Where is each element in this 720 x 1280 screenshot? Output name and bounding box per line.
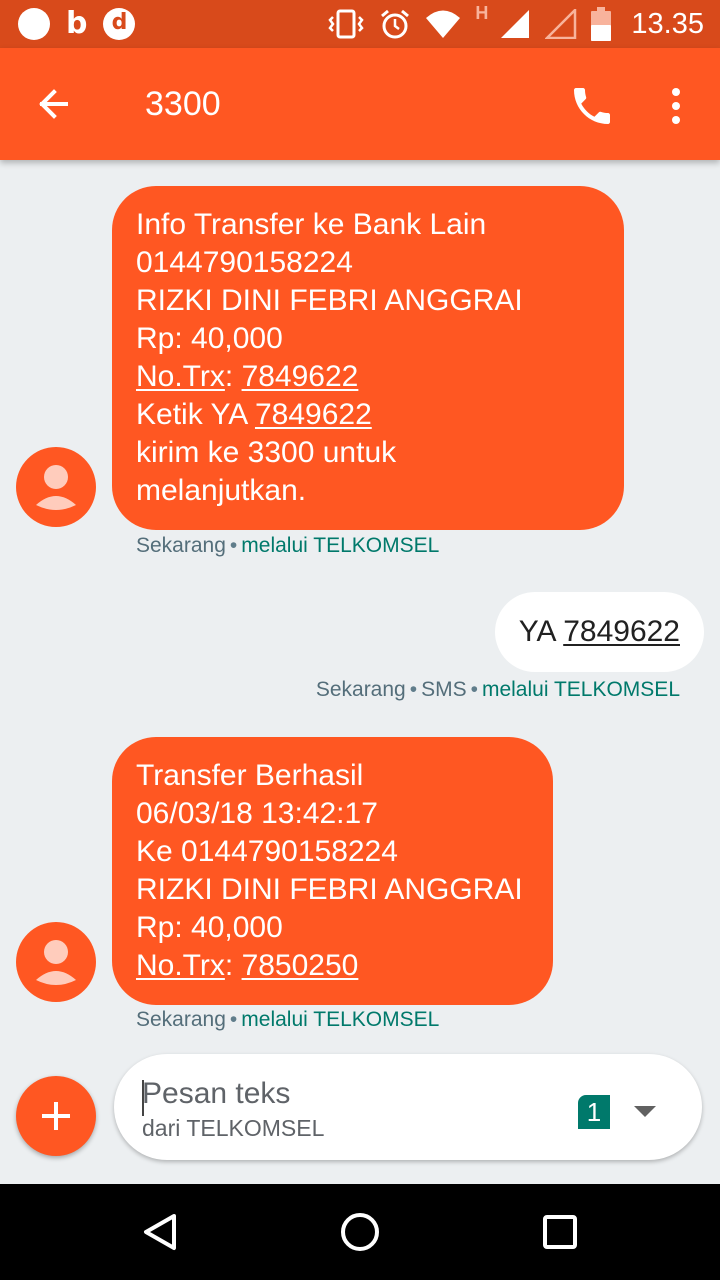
message-line: 06/03/18 13:42:17 [136,797,378,830]
arrow-back-icon[interactable] [30,82,82,126]
nav-home-icon[interactable] [336,1208,384,1256]
message-meta: Sekarang • melalui TELKOMSEL [136,534,439,558]
message-line: RIZKI DINI FEBRI ANGGRAI [136,284,523,317]
signal-icon [501,10,530,38]
sim-selector-badge[interactable]: 1 [578,1095,610,1129]
message-meta: Sekarang • SMS • melalui TELKOMSEL [316,678,680,702]
more-vert-icon[interactable] [662,82,690,130]
message-carrier: melalui TELKOMSEL [241,534,440,557]
phone-icon[interactable] [568,82,616,130]
message-line: Info Transfer ke Bank Lain [136,208,487,241]
contact-avatar[interactable] [16,447,96,527]
message-line: RIZKI DINI FEBRI ANGGRAI [136,873,523,906]
message-bubble-incoming[interactable]: Info Transfer ke Bank Lain 0144790158224… [112,186,624,530]
meta-separator: • [470,678,478,701]
message-line: 0144790158224 [136,246,353,279]
message-text: YA [518,615,564,648]
add-icon [42,1102,70,1130]
message-line: Ke 0144790158224 [136,835,398,868]
message-time: Sekarang [315,678,406,701]
alarm-icon [381,9,410,39]
d-app-icon: d [103,8,136,40]
trx-number-link[interactable]: 7850250 [242,949,359,982]
conversation-toolbar: 3300 [0,48,720,160]
meta-separator: • [229,1008,238,1031]
trx-label-link[interactable]: No.Trx [136,360,225,393]
message-line: No.Trx: 7849622 [136,358,600,396]
nav-recents-icon[interactable] [536,1208,584,1256]
conversation-title: 3300 [145,85,221,123]
person-icon [36,465,76,510]
notification-dot-icon [18,8,50,40]
status-bar: b d H 13.35 [0,0,720,48]
message-bubble-incoming[interactable]: Transfer Berhasil 06/03/18 13:42:17 Ke 0… [112,737,553,1005]
message-text: Ketik YA [136,398,255,431]
system-nav-bar [0,1184,720,1280]
compose-sender-label: dari TELKOMSEL [142,1115,325,1141]
wifi-icon [426,10,461,38]
network-type: H [475,3,489,23]
message-bubble-outgoing[interactable]: YA 7849622 [494,592,704,672]
signal-empty-icon [545,9,577,39]
message-meta: Sekarang • melalui TELKOMSEL [136,1008,439,1032]
trx-number-link[interactable]: 7849622 [563,615,680,648]
person-icon [36,940,76,985]
message-text: : [224,949,242,982]
message-carrier: melalui TELKOMSEL [481,678,680,701]
compose-placeholder: Pesan teks [142,1077,291,1110]
message-line: Ketik YA 7849622 [136,396,600,434]
message-text: : [224,360,242,393]
nav-back-icon[interactable] [136,1208,184,1256]
message-line: No.Trx: 7850250 [136,947,529,985]
message-time: Sekarang [136,534,226,557]
dropdown-arrow-icon[interactable] [634,1106,656,1117]
message-carrier: melalui TELKOMSEL [241,1008,440,1031]
message-line: kirim ke 3300 untuk [136,436,397,469]
message-time: Sekarang [136,1008,226,1031]
add-attachment-button[interactable] [16,1076,96,1156]
b-app-icon: b [66,6,88,41]
message-type: SMS [421,678,467,701]
message-line: Transfer Berhasil [136,759,364,792]
message-line: Rp: 40,000 [136,911,283,944]
meta-separator: • [229,534,238,557]
contact-avatar[interactable] [16,922,96,1002]
status-time: 13.35 [631,7,704,40]
message-line: melanjutkan. [136,474,307,507]
trx-number-link[interactable]: 7849622 [242,360,359,393]
vibrate-icon [328,9,365,39]
battery-icon [591,7,612,41]
trx-number-link[interactable]: 7849622 [255,398,372,431]
message-line: Rp: 40,000 [136,322,283,355]
trx-label-link[interactable]: No.Trx [136,949,225,982]
meta-separator: • [409,678,418,701]
